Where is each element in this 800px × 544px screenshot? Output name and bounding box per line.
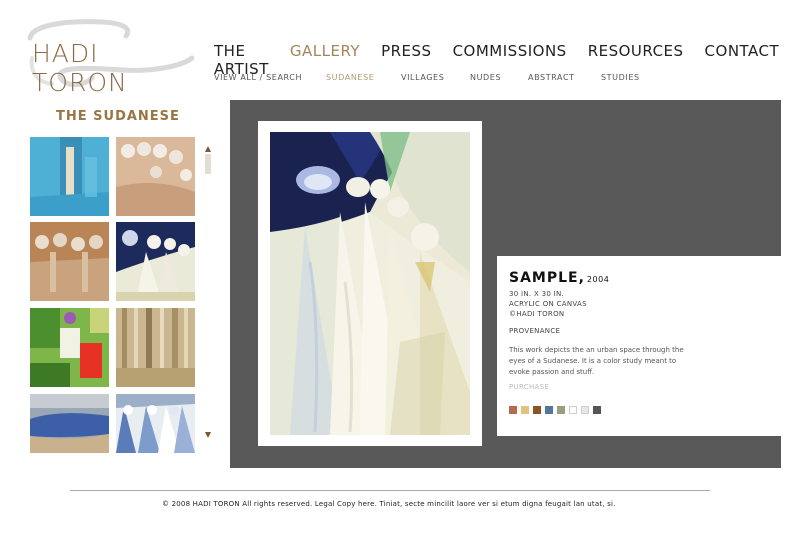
subnav-nudes[interactable]: NUDES: [470, 73, 501, 82]
colorful-abstract-painting: [30, 308, 109, 387]
artwork-credit: ©HADI TORON: [509, 310, 565, 318]
artwork-title-text: SAMPLE,: [509, 270, 585, 286]
thumbnail-6[interactable]: [116, 308, 195, 387]
thumbnail-4[interactable]: [116, 222, 195, 301]
figures-painting: [30, 222, 109, 301]
thumbnail-3[interactable]: [30, 222, 109, 301]
subnav-studies[interactable]: STUDIES: [601, 73, 640, 82]
color-swatches: [509, 406, 605, 414]
nav-contact[interactable]: CONTACT: [705, 42, 780, 78]
color-swatch-3[interactable]: [533, 406, 541, 414]
scroll-up-arrow-icon[interactable]: [205, 146, 211, 152]
color-swatch-8[interactable]: [593, 406, 601, 414]
logo-text: HADI TORON: [32, 39, 128, 97]
artwork-year: 2004: [586, 275, 610, 284]
subnav-sudanese[interactable]: SUDANESE: [326, 73, 374, 82]
scroll-down-arrow-icon[interactable]: [205, 432, 211, 438]
subnav-abstract[interactable]: ABSTRACT: [528, 73, 575, 82]
site-logo[interactable]: HADI TORON: [22, 18, 197, 97]
subnav-villages[interactable]: VILLAGES: [401, 73, 444, 82]
footer-copyright: © 2008 HADI TORON All rights reserved. L…: [162, 500, 616, 508]
figures-blue-painting: [116, 394, 195, 453]
figures-dark-blue-painting: [116, 222, 195, 301]
section-title: THE SUDANESE: [56, 109, 180, 124]
artwork-medium: ACRYLIC ON CANVAS: [509, 300, 587, 308]
thumbnail-2[interactable]: [116, 137, 195, 216]
color-swatch-7[interactable]: [581, 406, 589, 414]
color-swatch-1[interactable]: [509, 406, 517, 414]
artwork-size: 30 IN. X 30 IN.: [509, 290, 565, 298]
artwork-title: SAMPLE, 2004: [509, 270, 609, 286]
thumbnail-5[interactable]: [30, 308, 109, 387]
color-swatch-2[interactable]: [521, 406, 529, 414]
color-swatch-4[interactable]: [545, 406, 553, 414]
sudanese-figures-painting: [270, 132, 470, 435]
color-swatch-6[interactable]: [569, 406, 577, 414]
footer-divider: [70, 490, 710, 491]
abstract-blue-painting: [30, 137, 109, 216]
provenance-label: PROVENANCE: [509, 327, 561, 335]
subnav-view-all-search[interactable]: VIEW ALL / SEARCH: [214, 73, 302, 82]
featured-painting[interactable]: [270, 132, 470, 435]
scrollbar-thumb[interactable]: [205, 154, 211, 174]
thumbnail-1[interactable]: [30, 137, 109, 216]
artwork-description: This work depicts the an urban space thr…: [509, 346, 684, 376]
blue-abstract-painting: [30, 394, 109, 453]
thumbnail-8[interactable]: [116, 394, 195, 453]
thumbnail-7[interactable]: [30, 394, 109, 453]
artwork-info-card: SAMPLE, 2004 30 IN. X 30 IN. ACRYLIC ON C…: [497, 256, 781, 436]
color-swatch-5[interactable]: [557, 406, 565, 414]
figures-vertical-painting: [116, 308, 195, 387]
purchase-link[interactable]: PURCHASE: [509, 383, 549, 391]
figures-painting: [116, 137, 195, 216]
